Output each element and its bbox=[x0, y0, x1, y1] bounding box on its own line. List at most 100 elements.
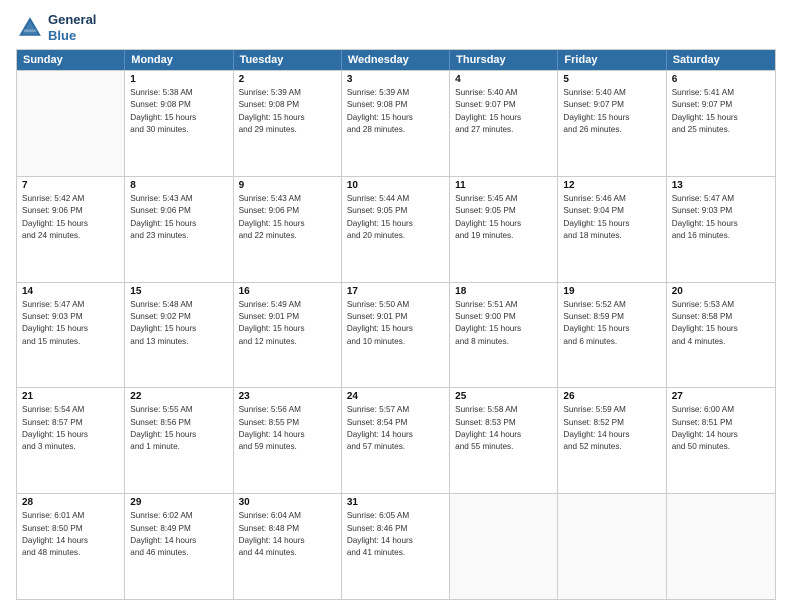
daylight-minutes-text: and 12 minutes. bbox=[239, 336, 336, 348]
daylight-minutes-text: and 41 minutes. bbox=[347, 547, 444, 559]
day-number: 30 bbox=[239, 497, 336, 508]
daylight-text: Daylight: 15 hours bbox=[563, 112, 660, 124]
daylight-text: Daylight: 15 hours bbox=[22, 323, 119, 335]
day-number: 10 bbox=[347, 180, 444, 191]
day-cell-23: 23Sunrise: 5:56 AMSunset: 8:55 PMDayligh… bbox=[234, 388, 342, 493]
daylight-text: Daylight: 15 hours bbox=[239, 112, 336, 124]
daylight-text: Daylight: 15 hours bbox=[22, 218, 119, 230]
daylight-minutes-text: and 26 minutes. bbox=[563, 124, 660, 136]
day-number: 8 bbox=[130, 180, 227, 191]
sunrise-text: Sunrise: 5:39 AM bbox=[239, 87, 336, 99]
sunset-text: Sunset: 8:55 PM bbox=[239, 417, 336, 429]
empty-cell bbox=[17, 71, 125, 176]
day-cell-12: 12Sunrise: 5:46 AMSunset: 9:04 PMDayligh… bbox=[558, 177, 666, 282]
sunrise-text: Sunrise: 5:47 AM bbox=[672, 193, 770, 205]
sunrise-text: Sunrise: 6:04 AM bbox=[239, 510, 336, 522]
day-cell-21: 21Sunrise: 5:54 AMSunset: 8:57 PMDayligh… bbox=[17, 388, 125, 493]
daylight-text: Daylight: 15 hours bbox=[455, 218, 552, 230]
header-day-wednesday: Wednesday bbox=[342, 50, 450, 70]
sunrise-text: Sunrise: 5:43 AM bbox=[239, 193, 336, 205]
header-day-thursday: Thursday bbox=[450, 50, 558, 70]
daylight-minutes-text: and 19 minutes. bbox=[455, 230, 552, 242]
daylight-minutes-text: and 10 minutes. bbox=[347, 336, 444, 348]
daylight-minutes-text: and 6 minutes. bbox=[563, 336, 660, 348]
daylight-minutes-text: and 30 minutes. bbox=[130, 124, 227, 136]
daylight-text: Daylight: 14 hours bbox=[455, 429, 552, 441]
daylight-minutes-text: and 23 minutes. bbox=[130, 230, 227, 242]
daylight-minutes-text: and 52 minutes. bbox=[563, 441, 660, 453]
day-number: 2 bbox=[239, 74, 336, 85]
sunset-text: Sunset: 8:58 PM bbox=[672, 311, 770, 323]
sunrise-text: Sunrise: 5:55 AM bbox=[130, 404, 227, 416]
day-cell-16: 16Sunrise: 5:49 AMSunset: 9:01 PMDayligh… bbox=[234, 283, 342, 388]
sunset-text: Sunset: 9:07 PM bbox=[672, 99, 770, 111]
daylight-text: Daylight: 15 hours bbox=[672, 112, 770, 124]
daylight-text: Daylight: 15 hours bbox=[455, 112, 552, 124]
daylight-text: Daylight: 14 hours bbox=[563, 429, 660, 441]
day-cell-7: 7Sunrise: 5:42 AMSunset: 9:06 PMDaylight… bbox=[17, 177, 125, 282]
day-cell-6: 6Sunrise: 5:41 AMSunset: 9:07 PMDaylight… bbox=[667, 71, 775, 176]
sunrise-text: Sunrise: 5:47 AM bbox=[22, 299, 119, 311]
daylight-minutes-text: and 8 minutes. bbox=[455, 336, 552, 348]
day-number: 26 bbox=[563, 391, 660, 402]
sunrise-text: Sunrise: 5:50 AM bbox=[347, 299, 444, 311]
day-number: 9 bbox=[239, 180, 336, 191]
sunset-text: Sunset: 9:06 PM bbox=[22, 205, 119, 217]
sunset-text: Sunset: 8:53 PM bbox=[455, 417, 552, 429]
sunrise-text: Sunrise: 5:49 AM bbox=[239, 299, 336, 311]
day-number: 14 bbox=[22, 286, 119, 297]
daylight-minutes-text: and 27 minutes. bbox=[455, 124, 552, 136]
day-number: 27 bbox=[672, 391, 770, 402]
sunset-text: Sunset: 9:08 PM bbox=[347, 99, 444, 111]
sunrise-text: Sunrise: 6:02 AM bbox=[130, 510, 227, 522]
day-cell-18: 18Sunrise: 5:51 AMSunset: 9:00 PMDayligh… bbox=[450, 283, 558, 388]
sunrise-text: Sunrise: 5:51 AM bbox=[455, 299, 552, 311]
day-cell-24: 24Sunrise: 5:57 AMSunset: 8:54 PMDayligh… bbox=[342, 388, 450, 493]
day-cell-1: 1Sunrise: 5:38 AMSunset: 9:08 PMDaylight… bbox=[125, 71, 233, 176]
daylight-minutes-text: and 20 minutes. bbox=[347, 230, 444, 242]
day-cell-15: 15Sunrise: 5:48 AMSunset: 9:02 PMDayligh… bbox=[125, 283, 233, 388]
page: General Blue SundayMondayTuesdayWednesda… bbox=[0, 0, 792, 612]
daylight-minutes-text: and 29 minutes. bbox=[239, 124, 336, 136]
day-cell-29: 29Sunrise: 6:02 AMSunset: 8:49 PMDayligh… bbox=[125, 494, 233, 599]
sunset-text: Sunset: 8:57 PM bbox=[22, 417, 119, 429]
daylight-text: Daylight: 15 hours bbox=[239, 323, 336, 335]
calendar-header: SundayMondayTuesdayWednesdayThursdayFrid… bbox=[17, 50, 775, 70]
calendar-row-3: 14Sunrise: 5:47 AMSunset: 9:03 PMDayligh… bbox=[17, 282, 775, 388]
daylight-minutes-text: and 4 minutes. bbox=[672, 336, 770, 348]
day-cell-27: 27Sunrise: 6:00 AMSunset: 8:51 PMDayligh… bbox=[667, 388, 775, 493]
daylight-text: Daylight: 15 hours bbox=[130, 112, 227, 124]
header-day-saturday: Saturday bbox=[667, 50, 775, 70]
daylight-text: Daylight: 15 hours bbox=[347, 323, 444, 335]
logo-icon bbox=[16, 14, 44, 42]
daylight-text: Daylight: 15 hours bbox=[672, 323, 770, 335]
day-number: 17 bbox=[347, 286, 444, 297]
sunset-text: Sunset: 9:06 PM bbox=[130, 205, 227, 217]
day-number: 16 bbox=[239, 286, 336, 297]
calendar-body: 1Sunrise: 5:38 AMSunset: 9:08 PMDaylight… bbox=[17, 70, 775, 599]
sunset-text: Sunset: 9:06 PM bbox=[239, 205, 336, 217]
sunset-text: Sunset: 9:05 PM bbox=[347, 205, 444, 217]
day-cell-20: 20Sunrise: 5:53 AMSunset: 8:58 PMDayligh… bbox=[667, 283, 775, 388]
day-cell-10: 10Sunrise: 5:44 AMSunset: 9:05 PMDayligh… bbox=[342, 177, 450, 282]
sunset-text: Sunset: 9:03 PM bbox=[22, 311, 119, 323]
sunrise-text: Sunrise: 5:39 AM bbox=[347, 87, 444, 99]
daylight-minutes-text: and 46 minutes. bbox=[130, 547, 227, 559]
day-cell-31: 31Sunrise: 6:05 AMSunset: 8:46 PMDayligh… bbox=[342, 494, 450, 599]
day-number: 31 bbox=[347, 497, 444, 508]
sunrise-text: Sunrise: 5:41 AM bbox=[672, 87, 770, 99]
day-cell-11: 11Sunrise: 5:45 AMSunset: 9:05 PMDayligh… bbox=[450, 177, 558, 282]
sunset-text: Sunset: 8:48 PM bbox=[239, 523, 336, 535]
sunrise-text: Sunrise: 5:48 AM bbox=[130, 299, 227, 311]
daylight-text: Daylight: 15 hours bbox=[130, 429, 227, 441]
daylight-text: Daylight: 15 hours bbox=[130, 323, 227, 335]
day-number: 15 bbox=[130, 286, 227, 297]
sunset-text: Sunset: 9:07 PM bbox=[455, 99, 552, 111]
daylight-text: Daylight: 15 hours bbox=[239, 218, 336, 230]
daylight-minutes-text: and 48 minutes. bbox=[22, 547, 119, 559]
header-day-sunday: Sunday bbox=[17, 50, 125, 70]
daylight-text: Daylight: 15 hours bbox=[22, 429, 119, 441]
daylight-minutes-text: and 24 minutes. bbox=[22, 230, 119, 242]
calendar: SundayMondayTuesdayWednesdayThursdayFrid… bbox=[16, 49, 776, 600]
day-cell-30: 30Sunrise: 6:04 AMSunset: 8:48 PMDayligh… bbox=[234, 494, 342, 599]
